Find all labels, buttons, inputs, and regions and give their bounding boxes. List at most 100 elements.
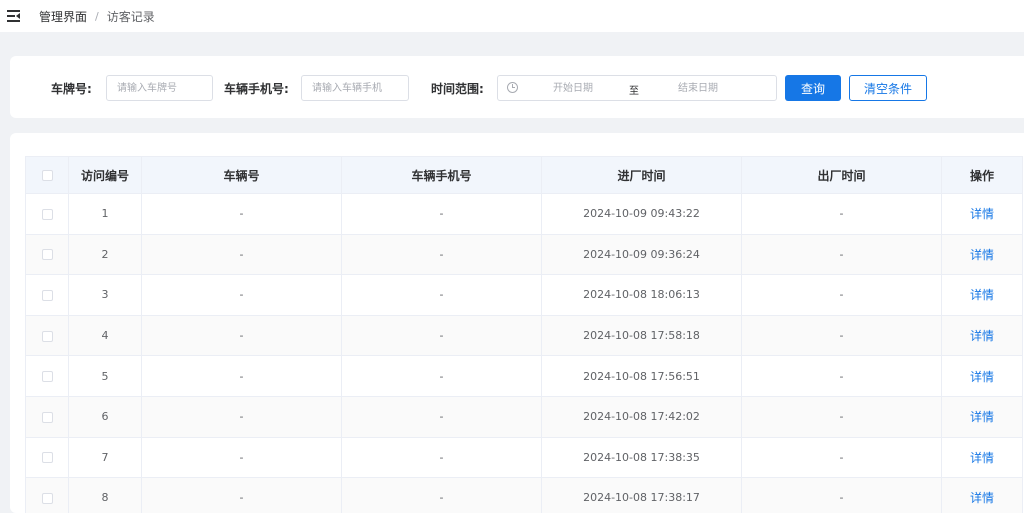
plate-input[interactable]	[106, 75, 213, 101]
cell-visit-id: 1	[68, 193, 142, 235]
menu-fold-icon[interactable]	[7, 10, 21, 22]
cell-exit-time: -	[741, 193, 942, 235]
time-range-label: 时间范围:	[431, 82, 484, 96]
cell-entry-time: 2024-10-08 18:06:13	[541, 274, 742, 316]
cell-visit-id: 6	[68, 395, 142, 438]
cell-actions: 详情	[941, 193, 1023, 235]
cell-actions: 详情	[941, 436, 1023, 479]
cell-entry-time: 2024-10-08 17:58:18	[541, 314, 742, 357]
table-row: 5 - - 2024-10-08 17:56:51 - 详情	[25, 355, 1023, 397]
breadcrumb-current: 访客记录	[106, 9, 155, 24]
select-all-cell	[25, 156, 69, 194]
cell-exit-time: -	[741, 314, 942, 357]
table-header-row: 访问编号 车辆号 车辆手机号 进厂时间 出厂时间 操作	[25, 156, 1023, 194]
cell-plate: -	[141, 395, 342, 438]
cell-plate: -	[141, 274, 342, 316]
cell-exit-time: -	[741, 274, 942, 316]
clear-filters-button[interactable]: 清空条件	[849, 75, 927, 101]
row-checkbox[interactable]	[41, 208, 53, 220]
row-checkbox[interactable]	[41, 492, 53, 504]
header-actions: 操作	[941, 156, 1023, 194]
cell-visit-id: 3	[68, 274, 142, 316]
date-range-separator: 至	[629, 86, 639, 97]
row-select-cell	[25, 274, 69, 316]
row-checkbox[interactable]	[41, 452, 53, 464]
cell-visit-id: 8	[68, 477, 142, 513]
cell-entry-time: 2024-10-09 09:36:24	[541, 233, 742, 276]
details-link[interactable]: 详情	[970, 410, 994, 424]
row-select-cell	[25, 395, 69, 438]
details-link[interactable]: 详情	[970, 491, 994, 505]
header-exit-time: 出厂时间	[741, 156, 942, 194]
table-row: 6 - - 2024-10-08 17:42:02 - 详情	[25, 395, 1023, 438]
details-link[interactable]: 详情	[970, 248, 994, 262]
row-checkbox[interactable]	[41, 411, 53, 423]
row-checkbox[interactable]	[41, 330, 53, 342]
header-phone: 车辆手机号	[341, 156, 542, 194]
details-link[interactable]: 详情	[970, 370, 994, 384]
cell-exit-time: -	[741, 233, 942, 276]
phone-label: 车辆手机号:	[224, 82, 289, 96]
table-row: 3 - - 2024-10-08 18:06:13 - 详情	[25, 274, 1023, 316]
cell-plate: -	[141, 477, 342, 513]
cell-phone: -	[341, 314, 542, 357]
cell-phone: -	[341, 477, 542, 513]
details-link[interactable]: 详情	[970, 288, 994, 302]
phone-input[interactable]	[301, 75, 409, 101]
cell-entry-time: 2024-10-08 17:56:51	[541, 355, 742, 397]
breadcrumb-home[interactable]: 管理界面	[39, 8, 87, 25]
row-checkbox[interactable]	[41, 289, 53, 301]
row-checkbox[interactable]	[41, 371, 53, 383]
cell-actions: 详情	[941, 477, 1023, 513]
select-all-checkbox[interactable]	[41, 170, 53, 181]
cell-exit-time: -	[741, 477, 942, 513]
cell-visit-id: 5	[68, 355, 142, 397]
breadcrumb-separator: /	[95, 9, 99, 23]
table-row: 1 - - 2024-10-09 09:43:22 - 详情	[25, 193, 1023, 235]
end-date-input[interactable]	[653, 81, 743, 95]
cell-phone: -	[341, 436, 542, 479]
visitor-table: 访问编号 车辆号 车辆手机号 进厂时间 出厂时间 操作 1 - - 2024-1…	[25, 156, 1023, 513]
cell-phone: -	[341, 193, 542, 235]
cell-plate: -	[141, 355, 342, 397]
cell-entry-time: 2024-10-08 17:42:02	[541, 395, 742, 438]
filter-panel: 车牌号: 车辆手机号: 时间范围: 至 查询 清空条件	[10, 56, 1024, 118]
query-button[interactable]: 查询	[785, 75, 841, 101]
cell-exit-time: -	[741, 395, 942, 438]
top-bar: 管理界面 / 访客记录	[0, 0, 1024, 32]
table-row: 7 - - 2024-10-08 17:38:35 - 详情	[25, 436, 1023, 479]
cell-actions: 详情	[941, 355, 1023, 397]
start-date-input[interactable]	[528, 81, 618, 95]
details-link[interactable]: 详情	[970, 451, 994, 465]
cell-phone: -	[341, 233, 542, 276]
header-plate: 车辆号	[141, 156, 342, 194]
cell-visit-id: 4	[68, 314, 142, 357]
breadcrumb: 管理界面 / 访客记录	[39, 8, 155, 25]
row-select-cell	[25, 436, 69, 479]
cell-exit-time: -	[741, 436, 942, 479]
row-select-cell	[25, 477, 69, 513]
row-select-cell	[25, 233, 69, 276]
cell-entry-time: 2024-10-08 17:38:17	[541, 477, 742, 513]
row-select-cell	[25, 355, 69, 397]
details-link[interactable]: 详情	[970, 207, 994, 221]
row-checkbox[interactable]	[41, 249, 53, 261]
header-visit-id: 访问编号	[68, 156, 142, 194]
plate-label: 车牌号:	[51, 82, 92, 96]
cell-exit-time: -	[741, 355, 942, 397]
cell-actions: 详情	[941, 314, 1023, 357]
cell-plate: -	[141, 233, 342, 276]
cell-phone: -	[341, 355, 542, 397]
cell-plate: -	[141, 314, 342, 357]
cell-plate: -	[141, 436, 342, 479]
table-row: 2 - - 2024-10-09 09:36:24 - 详情	[25, 233, 1023, 276]
row-select-cell	[25, 314, 69, 357]
cell-visit-id: 7	[68, 436, 142, 479]
clock-icon	[507, 82, 518, 93]
cell-plate: -	[141, 193, 342, 235]
date-range-picker[interactable]: 至	[497, 75, 777, 101]
header-entry-time: 进厂时间	[541, 156, 742, 194]
details-link[interactable]: 详情	[970, 329, 994, 343]
cell-actions: 详情	[941, 395, 1023, 438]
cell-visit-id: 2	[68, 233, 142, 276]
